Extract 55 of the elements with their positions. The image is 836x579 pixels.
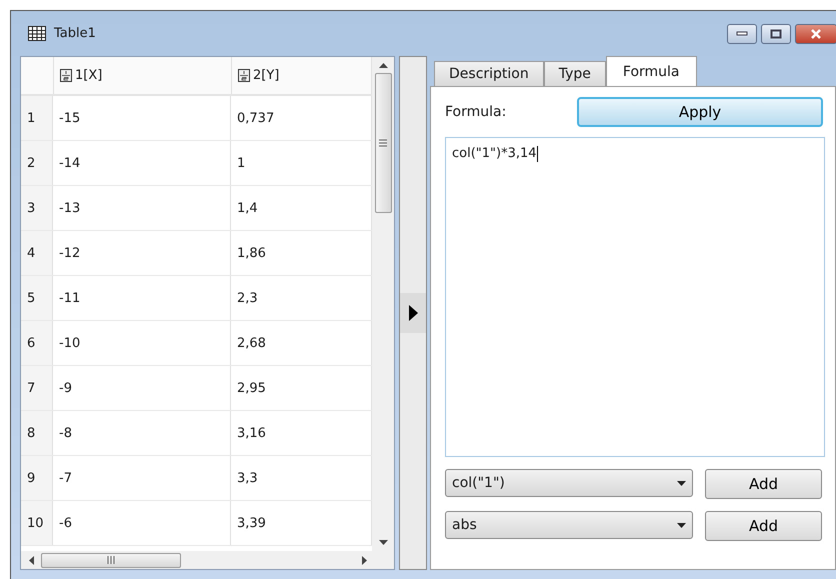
dropdown-value: col("1") xyxy=(452,475,505,491)
minimize-button[interactable] xyxy=(727,24,757,44)
table-cell: -14 xyxy=(53,141,231,185)
vertical-scrollbar[interactable] xyxy=(372,57,394,551)
scroll-thumb[interactable] xyxy=(374,73,392,213)
apply-button[interactable]: Apply xyxy=(577,97,823,127)
table-cell: -13 xyxy=(53,186,231,230)
collapse-button[interactable] xyxy=(400,293,426,333)
close-button[interactable] xyxy=(795,24,836,44)
maximize-button[interactable] xyxy=(761,24,791,44)
scroll-left-icon[interactable] xyxy=(29,556,35,564)
fraction-icon xyxy=(238,69,250,82)
add-button[interactable]: Add xyxy=(705,511,822,541)
row-header[interactable]: 4 xyxy=(21,231,53,275)
row-header[interactable]: 8 xyxy=(21,411,53,455)
table-cell: -11 xyxy=(53,276,231,320)
tab[interactable]: Formula xyxy=(606,56,696,86)
minimize-icon xyxy=(736,30,748,36)
scroll-thumb[interactable] xyxy=(41,552,181,568)
row-header[interactable]: 7 xyxy=(21,366,53,410)
row-header[interactable]: 6 xyxy=(21,321,53,365)
window-title: Table1 xyxy=(54,26,96,41)
table-cell: -8 xyxy=(53,411,231,455)
tab[interactable]: Description xyxy=(434,61,544,86)
row-header[interactable]: 5 xyxy=(21,276,53,320)
row-header[interactable]: 10 xyxy=(21,501,53,545)
dropdown-arrow-icon xyxy=(677,480,686,486)
table-cell: -10 xyxy=(53,321,231,365)
table-cell: -7 xyxy=(53,456,231,500)
row-header[interactable]: 3 xyxy=(21,186,53,230)
dropdown[interactable]: col("1") xyxy=(445,469,693,497)
formula-label: Formula: xyxy=(445,104,508,120)
horizontal-scrollbar[interactable] xyxy=(21,551,394,569)
scroll-up-icon[interactable] xyxy=(378,63,388,69)
scroll-down-icon[interactable] xyxy=(378,539,388,545)
formula-editor[interactable]: col("1")*3,14 xyxy=(445,137,825,457)
row-header[interactable]: 2 xyxy=(21,141,53,185)
table-cell: -6 xyxy=(53,501,231,545)
dropdown[interactable]: abs xyxy=(445,511,693,539)
add-button[interactable]: Add xyxy=(705,469,822,499)
close-icon xyxy=(810,28,822,38)
maximize-icon xyxy=(770,28,782,38)
row-header[interactable]: 9 xyxy=(21,456,53,500)
dropdown-arrow-icon xyxy=(677,522,686,528)
table-cell: -9 xyxy=(53,366,231,410)
row-header[interactable]: 1 xyxy=(21,96,53,140)
dropdown-value: abs xyxy=(452,517,477,533)
table-cell: -15 xyxy=(53,96,231,140)
table-cell: -12 xyxy=(53,231,231,275)
play-icon xyxy=(408,305,418,321)
scroll-right-icon[interactable] xyxy=(362,556,368,564)
column-header[interactable]: 1[X] xyxy=(54,57,232,94)
fraction-icon xyxy=(60,69,72,82)
table-icon xyxy=(28,26,46,41)
tab[interactable]: Type xyxy=(544,61,606,86)
